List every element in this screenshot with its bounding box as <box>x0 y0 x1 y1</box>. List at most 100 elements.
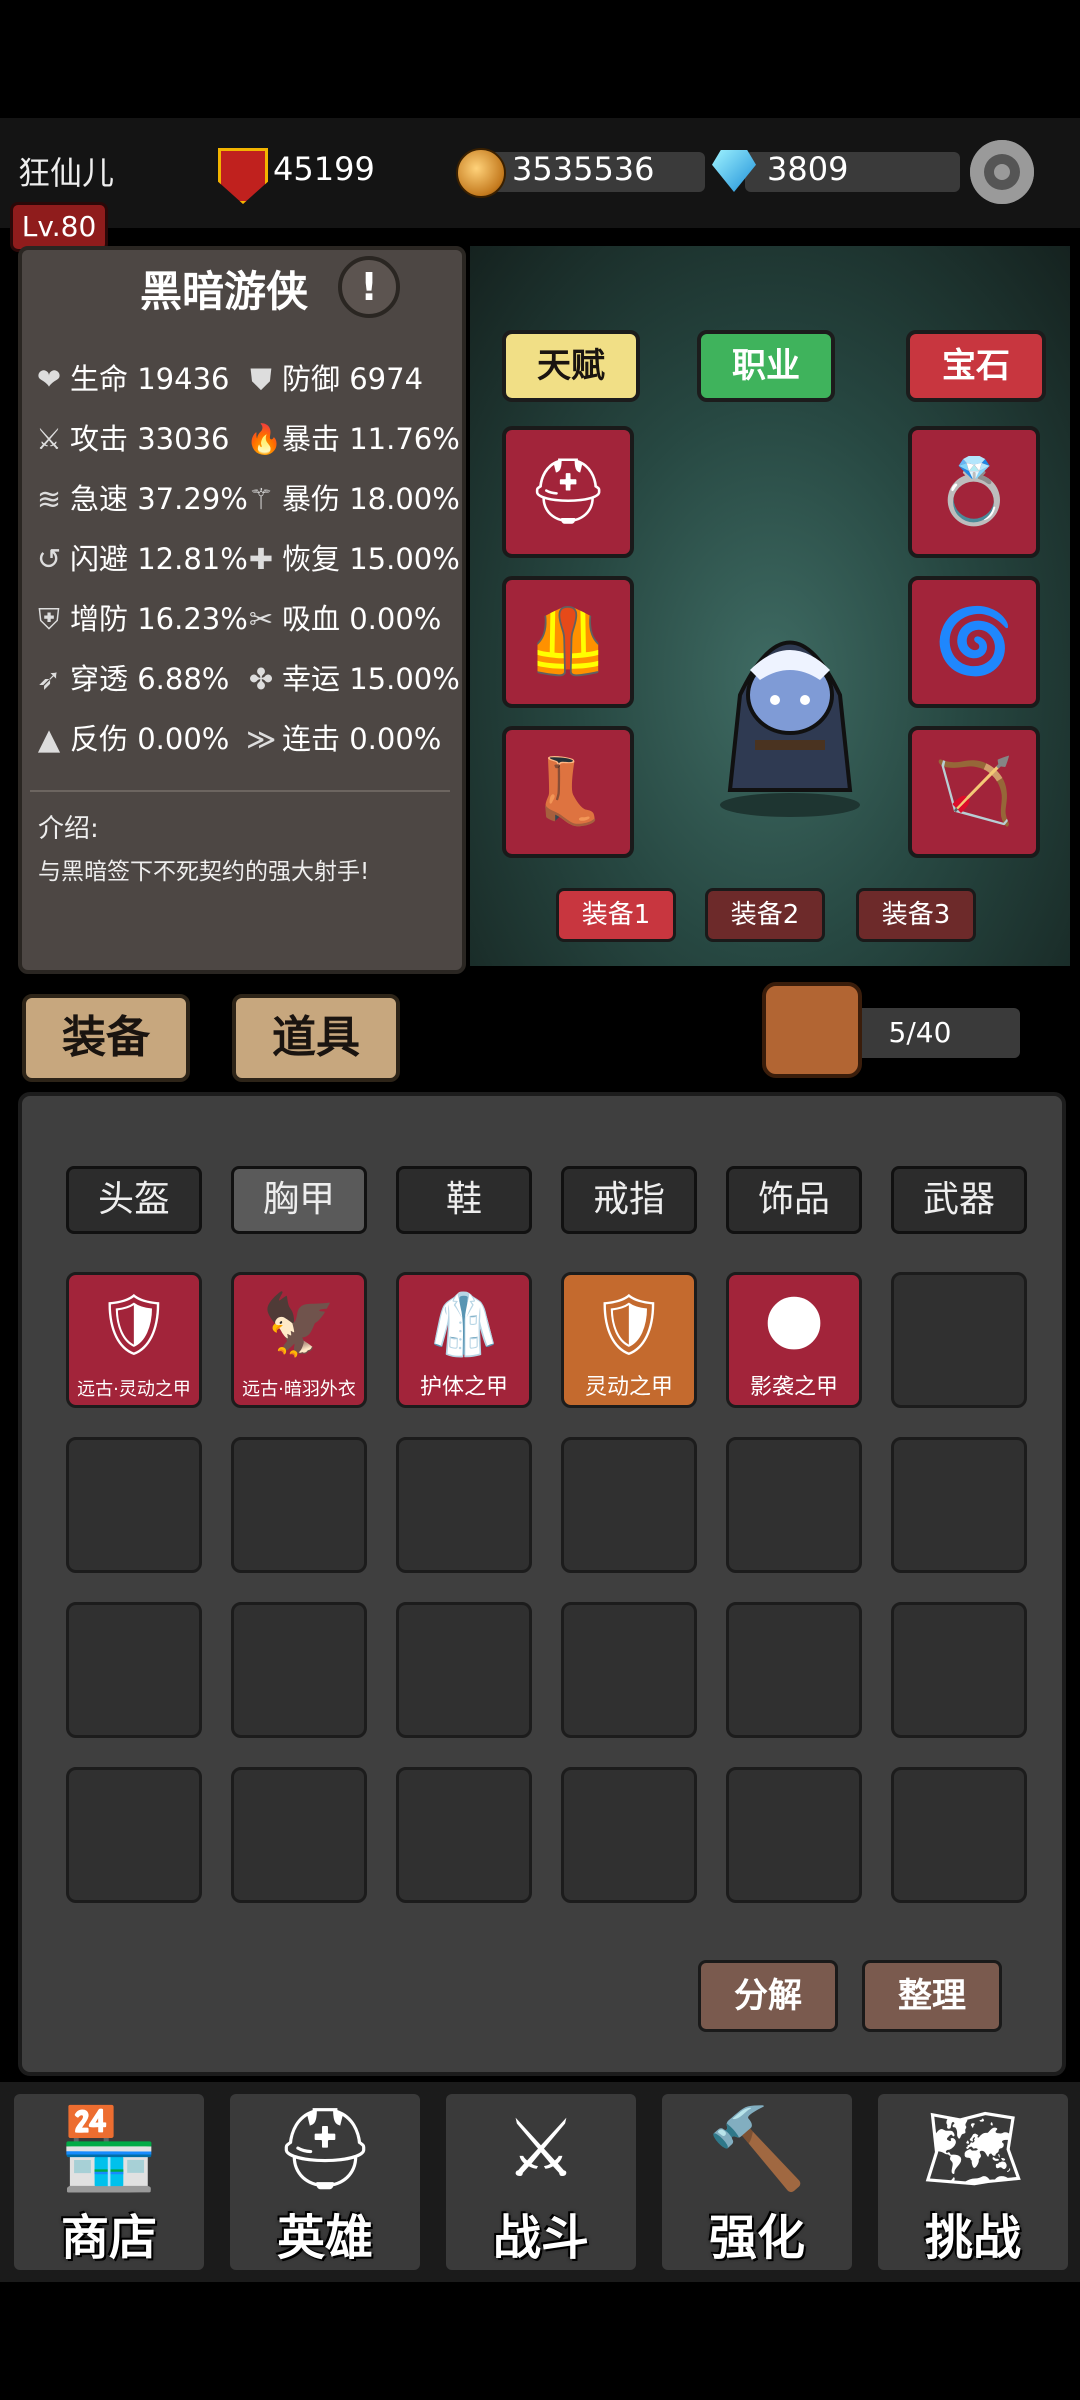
empty-slot[interactable] <box>726 1437 862 1573</box>
equip-set-1-button[interactable]: 装备1 <box>556 888 676 942</box>
filter-tab-3[interactable]: 戒指 <box>561 1166 697 1234</box>
empty-slot[interactable] <box>561 1437 697 1573</box>
armor-item-icon: 🦅 <box>261 1290 337 1360</box>
chest-slot[interactable]: 🦺 <box>502 576 634 708</box>
filter-tab-5[interactable]: 武器 <box>891 1166 1027 1234</box>
empty-slot[interactable] <box>66 1602 202 1738</box>
stat-heal: ✚ 恢复 15.00% <box>246 536 460 578</box>
empty-slot[interactable] <box>561 1602 697 1738</box>
inventory-item[interactable]: 🥼 护体之甲 <box>396 1272 532 1408</box>
empty-slot[interactable] <box>726 1602 862 1738</box>
flame-icon: 🔥 <box>246 422 283 456</box>
stat-wind: ≋ 急速 37.29% <box>34 476 248 518</box>
filter-tab-4[interactable]: 饰品 <box>726 1166 862 1234</box>
stat-label: 生命 <box>70 362 129 396</box>
stat-value: 0.00% <box>349 722 442 756</box>
stat-value: 12.81% <box>137 542 248 576</box>
armor-item-icon: 🛡 <box>590 1290 668 1360</box>
item-name: 护体之甲 <box>419 1375 508 1400</box>
weapon-slot[interactable]: 🏹 <box>908 726 1040 858</box>
heal-icon: ✚ <box>248 542 274 576</box>
filter-tab-0[interactable]: 头盔 <box>66 1166 202 1234</box>
empty-slot[interactable] <box>891 1437 1027 1573</box>
empty-slot[interactable] <box>66 1767 202 1903</box>
empty-slot[interactable] <box>891 1767 1027 1903</box>
empty-slot[interactable] <box>891 1602 1027 1738</box>
stat-value: 18.00% <box>349 482 460 516</box>
equip-set-3-button[interactable]: 装备3 <box>856 888 976 942</box>
empty-slot[interactable] <box>231 1767 367 1903</box>
stat-shield: ⛊ 防御 6974 <box>246 356 423 398</box>
stat-sword: ⚔ 攻击 33036 <box>34 416 230 458</box>
settings-gear-icon[interactable] <box>970 140 1034 204</box>
stat-label: 幸运 <box>282 662 341 696</box>
intro-text: 与黑暗签下不死契约的强大射手! <box>38 859 370 885</box>
empty-slot[interactable] <box>396 1767 532 1903</box>
inventory-item[interactable]: 🦅 远古·暗羽外衣 <box>231 1272 367 1408</box>
tab-items[interactable]: 道具 <box>232 994 400 1082</box>
class-button[interactable]: 职业 <box>697 330 835 402</box>
hero-info-button[interactable]: ! <box>338 256 400 318</box>
nav-map-sword[interactable]: 🗺 挑战 <box>878 2094 1068 2270</box>
empty-slot[interactable] <box>561 1767 697 1903</box>
stat-label: 攻击 <box>70 422 129 456</box>
nav-shop[interactable]: 🏪 商店 <box>14 2094 204 2270</box>
nav-hammer[interactable]: 🔨 强化 <box>662 2094 852 2270</box>
backpack-icon <box>762 982 862 1078</box>
ring-slot[interactable]: 💍 <box>908 426 1040 558</box>
stat-value: 11.76% <box>349 422 460 456</box>
empty-slot[interactable] <box>891 1272 1027 1408</box>
shield-icon: ⛊ <box>250 362 272 396</box>
hero-name: 黑暗游侠 <box>140 267 309 316</box>
sword-icon: ⚔ <box>36 422 62 456</box>
filter-tab-1[interactable]: 胸甲 <box>231 1166 367 1234</box>
nav-label: 战斗 <box>492 2210 589 2266</box>
stat-value: 37.29% <box>137 482 248 516</box>
inventory-item[interactable]: 🌑 影袭之甲 <box>726 1272 862 1408</box>
accessory-slot[interactable]: 🌀 <box>908 576 1040 708</box>
stat-label: 暴击 <box>282 422 341 456</box>
gem-button[interactable]: 宝石 <box>906 330 1046 402</box>
nav-crossed-swords[interactable]: ⚔ 战斗 <box>446 2094 636 2270</box>
player-name[interactable]: 狂仙儿 <box>18 148 114 194</box>
claw-icon: ⚚ <box>248 482 274 516</box>
empty-slot[interactable] <box>231 1437 367 1573</box>
empty-slot[interactable] <box>396 1602 532 1738</box>
stat-label: 防御 <box>282 362 341 396</box>
shop-icon: 🏪 <box>59 2102 159 2195</box>
drain-icon: ✂ <box>248 602 274 636</box>
stat-claw: ⚚ 暴伤 18.00% <box>246 476 460 518</box>
stat-pierce: ➶ 穿透 6.88% <box>34 656 230 698</box>
talent-button[interactable]: 天赋 <box>502 330 640 402</box>
stat-clover: ✤ 幸运 15.00% <box>246 656 460 698</box>
armor-item-icon: 🥼 <box>426 1290 502 1360</box>
empty-slot[interactable] <box>396 1437 532 1573</box>
helmet-icon: ⛑ <box>527 455 609 529</box>
clover-icon: ✤ <box>248 662 274 696</box>
stat-dodge: ↺ 闪避 12.81% <box>34 536 248 578</box>
tab-equipment[interactable]: 装备 <box>22 994 190 1082</box>
stat-armor-up: ⛨ 增防 16.23% <box>34 596 248 638</box>
stat-value: 16.23% <box>137 602 248 636</box>
inventory-item[interactable]: 🛡 灵动之甲 <box>561 1272 697 1408</box>
empty-slot[interactable] <box>726 1767 862 1903</box>
empty-slot[interactable] <box>231 1602 367 1738</box>
stat-value: 33036 <box>137 422 230 456</box>
empty-slot[interactable] <box>66 1437 202 1573</box>
boots-slot[interactable]: 👢 <box>502 726 634 858</box>
decompose-button[interactable]: 分解 <box>698 1960 838 2032</box>
stat-label: 反伤 <box>70 722 129 756</box>
sort-button[interactable]: 整理 <box>862 1960 1002 2032</box>
inventory-panel <box>18 1092 1066 2076</box>
inventory-item[interactable]: 🛡 远古·灵动之甲 <box>66 1272 202 1408</box>
heart-icon: ❤ <box>36 362 62 396</box>
stat-value: 6974 <box>349 362 424 396</box>
helmet-slot[interactable]: ⛑ <box>502 426 634 558</box>
stat-reflect: ▲ 反伤 0.00% <box>34 716 230 758</box>
stat-drain: ✂ 吸血 0.00% <box>246 596 442 638</box>
equip-set-2-button[interactable]: 装备2 <box>705 888 825 942</box>
bow-icon: 🏹 <box>934 755 1014 829</box>
dodge-icon: ↺ <box>36 542 62 576</box>
filter-tab-2[interactable]: 鞋 <box>396 1166 532 1234</box>
nav-helmet[interactable]: ⛑ 英雄 <box>230 2094 420 2270</box>
